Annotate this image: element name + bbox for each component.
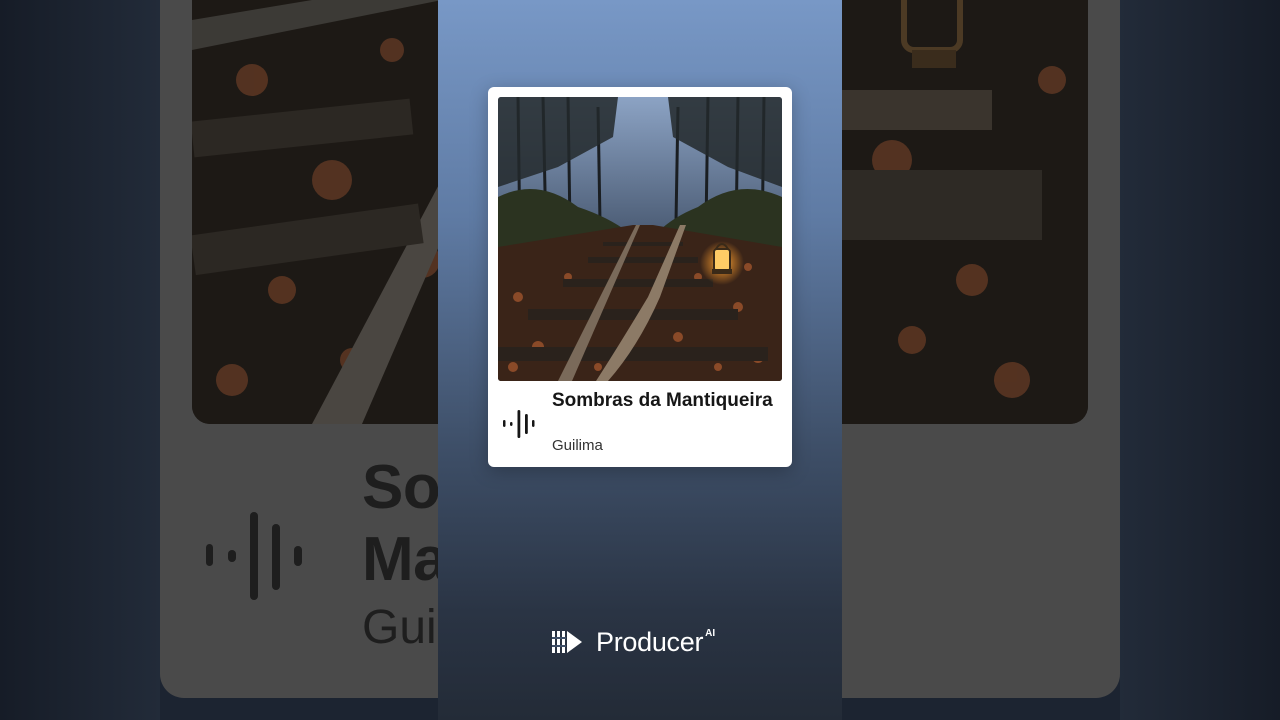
audio-waveform-icon <box>503 410 535 438</box>
brand-superscript: AI <box>705 628 716 639</box>
brand-name: Producer <box>596 626 704 657</box>
track-card[interactable]: Sombras da Mantiqueira Guilima <box>488 87 792 467</box>
track-title[interactable]: Sombras da Mantiqueira <box>552 389 782 412</box>
background-title: So Ma <box>362 453 448 594</box>
producer-brand: Producer AI <box>552 626 715 658</box>
background-artist: Gui <box>362 601 437 654</box>
left-backdrop <box>0 0 160 720</box>
background-waveform-icon <box>206 512 302 600</box>
video-panel: Sombras da Mantiqueira Guilima Producer … <box>438 0 842 720</box>
right-backdrop <box>1120 0 1280 720</box>
producer-logo-icon <box>552 631 582 653</box>
track-artist[interactable]: Guilima <box>552 437 603 454</box>
cover-art <box>498 97 782 381</box>
